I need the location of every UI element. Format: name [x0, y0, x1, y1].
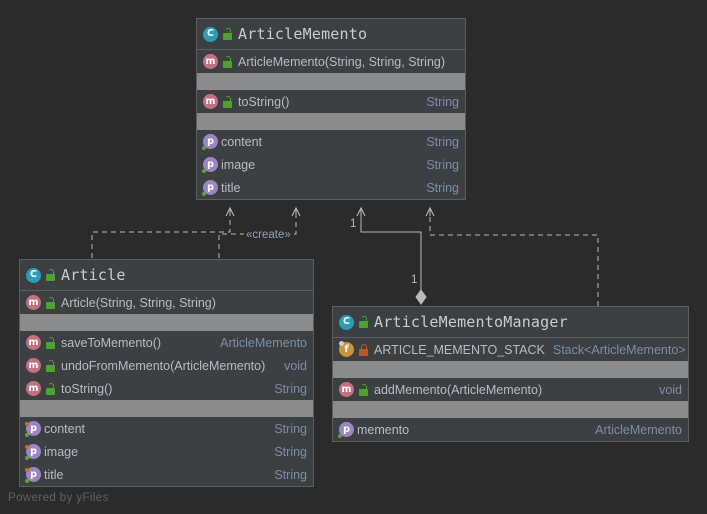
member-row-property[interactable]: p title String — [20, 463, 313, 486]
member-name: toString() — [238, 94, 290, 109]
member-row-property[interactable]: p image String — [20, 440, 313, 463]
member-type: String — [274, 467, 307, 482]
member-row-property[interactable]: p image String — [197, 153, 465, 176]
method-icon: m — [339, 382, 354, 397]
member-type: String — [274, 381, 307, 396]
member-name: undoFromMemento(ArticleMemento) — [61, 358, 266, 373]
member-name: title — [221, 180, 241, 195]
member-row-method[interactable]: m saveToMemento() ArticleMemento — [20, 331, 313, 354]
section-separator — [20, 400, 313, 417]
lock-public-open-icon — [44, 268, 56, 282]
member-name: content — [44, 421, 86, 436]
member-type: Stack<ArticleMemento> — [552, 342, 686, 357]
uml-class-article[interactable]: C Article m Article(String, String, Stri… — [19, 259, 314, 487]
property-icon: p — [202, 157, 218, 173]
member-name: content — [221, 134, 263, 149]
edge-manager-dependency — [425, 206, 599, 306]
class-title-bar: C ArticleMemento — [197, 19, 465, 50]
class-name: ArticleMemento — [238, 25, 368, 43]
class-name: Article — [61, 266, 126, 284]
member-name: saveToMemento() — [61, 335, 162, 350]
member-type: void — [659, 382, 682, 397]
section-separator — [20, 314, 313, 331]
class-name: ArticleMementoManager — [374, 313, 568, 331]
property-icon: p — [25, 444, 41, 460]
edge-manager-aggregation — [356, 206, 427, 305]
edge-article-dependency — [91, 206, 235, 258]
property-icon: p — [202, 134, 218, 150]
class-icon: C — [203, 26, 218, 42]
member-type: void — [284, 358, 307, 373]
property-icon: p — [25, 467, 41, 483]
method-icon: m — [26, 295, 41, 310]
member-row-method[interactable]: m toString() String — [20, 377, 313, 400]
lock-public-open-icon — [357, 315, 369, 329]
lock-private-closed-icon — [357, 343, 369, 357]
member-type: String — [426, 180, 459, 195]
diagram-canvas: «create» 1 1 C ArticleMemento m ArticleM… — [0, 0, 707, 514]
member-name: toString() — [61, 381, 113, 396]
lock-public-open-icon — [44, 336, 56, 350]
member-type: String — [274, 444, 307, 459]
class-icon: C — [339, 314, 354, 330]
member-row-property[interactable]: p title String — [197, 176, 465, 199]
lock-public-open-icon — [221, 27, 233, 41]
lock-public-open-icon — [221, 95, 233, 109]
field-icon: f — [339, 341, 354, 357]
member-type: String — [426, 94, 459, 109]
class-title-bar: C Article — [20, 260, 313, 291]
member-row-method[interactable]: m toString() String — [197, 90, 465, 113]
member-type: String — [426, 134, 459, 149]
member-row-property[interactable]: p content String — [197, 130, 465, 153]
class-title-bar: C ArticleMementoManager — [333, 307, 688, 338]
member-row-field[interactable]: f ARTICLE_MEMENTO_STACK Stack<ArticleMem… — [333, 338, 688, 361]
section-separator — [333, 401, 688, 418]
member-type: ArticleMemento — [595, 422, 682, 437]
member-name: title — [44, 467, 64, 482]
edge-label-create: «create» — [244, 229, 293, 241]
method-icon: m — [203, 94, 218, 109]
uml-class-articlemementomanager[interactable]: C ArticleMementoManager f ARTICLE_MEMENT… — [332, 306, 689, 442]
watermark: Powered by yFiles — [8, 492, 109, 504]
lock-public-open-icon — [221, 55, 233, 69]
member-name: image — [44, 444, 79, 459]
member-name: memento — [357, 422, 410, 437]
method-icon: m — [26, 335, 41, 350]
uml-class-articlememento[interactable]: C ArticleMemento m ArticleMemento(String… — [196, 18, 466, 200]
class-icon: C — [26, 267, 41, 283]
property-icon: p — [202, 180, 218, 196]
member-name: ArticleMemento(String, String, String) — [238, 54, 446, 69]
property-icon: p — [25, 421, 41, 437]
member-row-property[interactable]: p content String — [20, 417, 313, 440]
multiplicity-near-memento: 1 — [350, 218, 357, 230]
lock-public-open-icon — [44, 359, 56, 373]
member-row-constructor[interactable]: m ArticleMemento(String, String, String) — [197, 50, 465, 73]
section-separator — [333, 361, 688, 378]
member-type: String — [274, 421, 307, 436]
method-icon: m — [26, 358, 41, 373]
section-separator — [197, 113, 465, 130]
member-type: String — [426, 157, 459, 172]
member-name: addMemento(ArticleMemento) — [374, 382, 543, 397]
member-row-method[interactable]: m undoFromMemento(ArticleMemento) void — [20, 354, 313, 377]
member-name: ARTICLE_MEMENTO_STACK — [374, 342, 545, 357]
section-separator — [197, 73, 465, 90]
lock-public-open-icon — [44, 296, 56, 310]
member-row-constructor[interactable]: m Article(String, String, String) — [20, 291, 313, 314]
method-icon: m — [26, 381, 41, 396]
method-icon: m — [203, 54, 218, 69]
member-row-property[interactable]: p memento ArticleMemento — [333, 418, 688, 441]
member-name: Article(String, String, String) — [61, 295, 216, 310]
aggregation-diamond — [415, 289, 427, 305]
multiplicity-near-manager: 1 — [411, 274, 418, 286]
lock-public-open-icon — [44, 382, 56, 396]
property-icon: p — [338, 422, 354, 438]
member-name: image — [221, 157, 256, 172]
member-type: ArticleMemento — [220, 335, 307, 350]
member-row-method[interactable]: m addMemento(ArticleMemento) void — [333, 378, 688, 401]
lock-public-open-icon — [357, 383, 369, 397]
